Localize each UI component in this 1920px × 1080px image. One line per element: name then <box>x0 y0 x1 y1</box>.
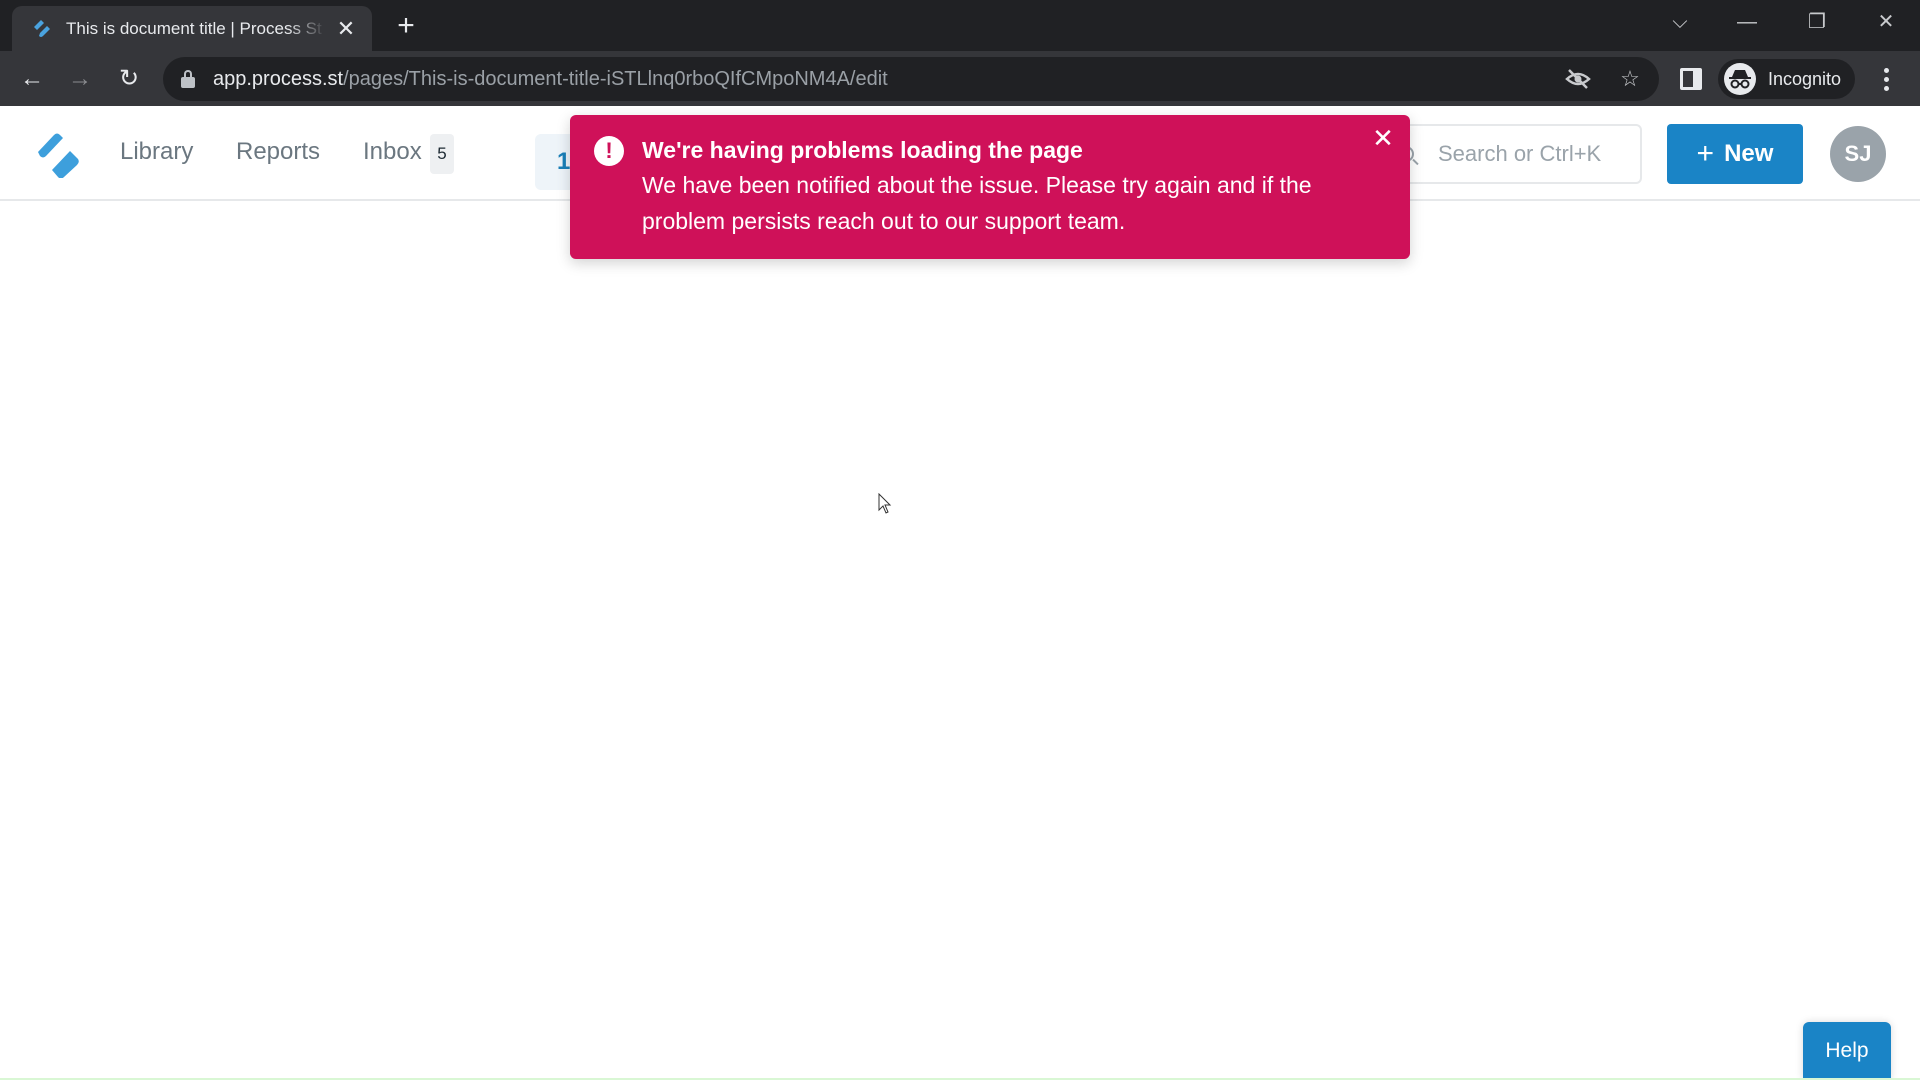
search-input[interactable]: Search or Ctrl+K <box>1370 124 1642 184</box>
forward-button[interactable]: → <box>62 61 98 97</box>
restore-icon[interactable]: ❐ <box>1797 6 1837 38</box>
mouse-cursor-icon <box>878 493 892 514</box>
process-street-logo[interactable] <box>34 130 84 178</box>
search-placeholder: Search or Ctrl+K <box>1438 141 1602 166</box>
eye-off-icon[interactable] <box>1565 68 1591 90</box>
new-tab-button[interactable]: + <box>390 10 422 42</box>
side-panel-icon[interactable] <box>1680 68 1702 90</box>
url-host: app.process.st <box>213 67 344 90</box>
browser-tab-strip: This is document title | Process St ✕ + … <box>0 0 1920 51</box>
toast-message: We have been notified about the issue. P… <box>642 172 1312 234</box>
incognito-profile-button[interactable]: Incognito <box>1718 59 1856 99</box>
tab-close-icon[interactable]: ✕ <box>334 17 358 40</box>
address-bar[interactable]: app.process.st /pages/This-is-document-t… <box>163 57 1659 101</box>
nav-reports[interactable]: Reports <box>236 138 320 166</box>
incognito-icon <box>1724 63 1756 95</box>
toast-close-icon[interactable]: ✕ <box>1370 125 1396 151</box>
incognito-label: Incognito <box>1768 68 1842 89</box>
nav-inbox[interactable]: Inbox <box>363 138 422 166</box>
star-icon[interactable]: ☆ <box>1617 66 1643 92</box>
toast-title: We're having problems loading the page <box>642 137 1083 163</box>
reload-button[interactable]: ↻ <box>111 61 147 97</box>
error-toast: ! We're having problems loading the page… <box>570 115 1410 259</box>
inbox-count-badge: 5 <box>430 134 454 174</box>
tab-search-icon[interactable]: ⌵ <box>1660 6 1700 38</box>
back-button[interactable]: ← <box>14 61 50 97</box>
window-close-icon[interactable]: ✕ <box>1866 6 1906 38</box>
page-content <box>0 201 1920 1080</box>
url-path: /pages/This-is-document-title-iSTLlnq0rb… <box>343 67 888 90</box>
plus-icon: + <box>1696 137 1715 170</box>
user-avatar[interactable]: SJ <box>1830 126 1886 182</box>
tab-title: This is document title | Process St <box>66 18 322 38</box>
browser-tab[interactable]: This is document title | Process St ✕ <box>12 6 372 51</box>
alert-icon: ! <box>594 136 624 166</box>
lock-icon[interactable] <box>181 70 195 88</box>
help-button[interactable]: Help <box>1803 1022 1891 1080</box>
nav-library[interactable]: Library <box>120 138 193 166</box>
browser-menu-icon[interactable] <box>1876 61 1896 97</box>
browser-toolbar: ← → ↻ app.process.st /pages/This-is-docu… <box>0 51 1920 106</box>
minimize-icon[interactable]: — <box>1727 6 1767 38</box>
process-street-logo-icon <box>34 19 50 37</box>
new-button[interactable]: + New <box>1667 124 1803 184</box>
new-button-label: New <box>1724 140 1774 167</box>
